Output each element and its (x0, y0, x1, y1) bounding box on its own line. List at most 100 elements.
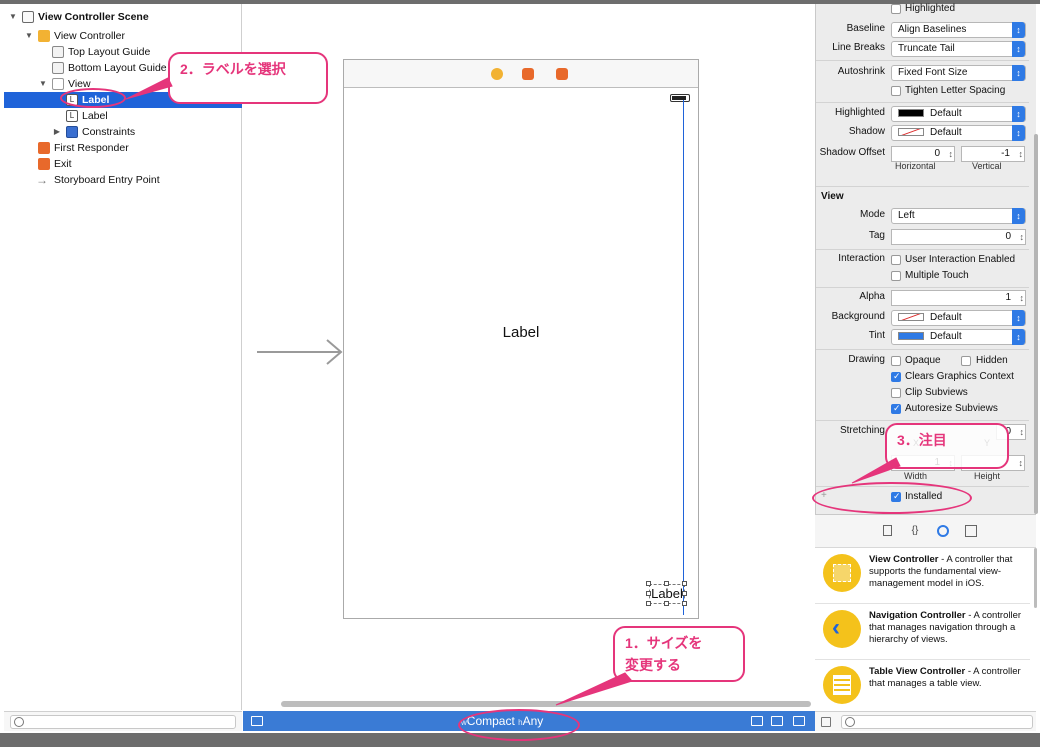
scene-dock (344, 60, 698, 88)
align-icon[interactable] (751, 716, 763, 726)
pin-icon[interactable] (771, 716, 783, 726)
view-controller-icon (823, 554, 861, 592)
navigation-controller-icon: ‹ (823, 610, 861, 648)
background-row: Background Default (816, 309, 1029, 327)
resize-handle[interactable] (664, 601, 669, 606)
field-label: Highlighted (834, 107, 885, 118)
resize-handle[interactable] (664, 581, 669, 586)
shadow-offset-h-field[interactable]: 0 (891, 146, 955, 162)
exit-dock-icon[interactable] (556, 68, 568, 80)
code-snippet-icon[interactable]: {} (909, 525, 921, 537)
vertical-caption: Vertical (972, 161, 1002, 171)
clears-context-checkbox[interactable] (891, 371, 901, 382)
highlighted-color-popup[interactable]: Default (891, 106, 1026, 122)
alpha-row: Alpha 1 (816, 289, 1029, 307)
popup-value: Default (930, 108, 962, 119)
constraint-guide-line (683, 100, 684, 615)
main-label[interactable]: Label (344, 324, 698, 341)
navigator-filter-field[interactable] (10, 715, 236, 729)
library-item-navigation-controller[interactable]: ‹ Navigation Controller - A controller t… (815, 604, 1030, 660)
tag-row: Tag 0 (816, 228, 1029, 246)
layout-guide-icon (52, 62, 64, 74)
opaque-checkbox[interactable] (891, 356, 901, 366)
disclosure-triangle-icon[interactable]: ▼ (24, 28, 34, 44)
disclosure-triangle-icon[interactable]: ▼ (8, 9, 18, 25)
tighten-checkbox[interactable] (891, 86, 901, 96)
navigator-filter-bar (4, 711, 242, 731)
resize-handle[interactable] (682, 591, 687, 596)
tree-row-constraints[interactable]: ▶ Constraints (4, 124, 242, 140)
grid-view-icon[interactable] (821, 717, 831, 727)
view-controller-dock-icon[interactable] (491, 68, 503, 80)
line-breaks-popup[interactable]: Truncate Tail (891, 41, 1026, 57)
clear-swatch-icon (898, 313, 924, 322)
exit-icon (38, 158, 50, 170)
library-filter-field[interactable] (841, 715, 1033, 729)
media-library-icon[interactable] (965, 525, 977, 537)
tree-label: Exit (54, 158, 72, 170)
opaque-label: Opaque (905, 355, 941, 366)
field-label: Background (831, 311, 885, 322)
filter-icon (14, 717, 24, 727)
view-controller-icon (38, 30, 50, 42)
autoshrink-row: Autoshrink Fixed Font Size (816, 64, 1029, 82)
hidden-label: Hidden (976, 355, 1008, 366)
resize-handle[interactable] (646, 591, 651, 596)
autoresize-checkbox[interactable] (891, 403, 901, 414)
disclosure-triangle-icon[interactable]: ▼ (38, 76, 48, 92)
clip-subviews-label: Clip Subviews (905, 387, 968, 398)
hidden-checkbox[interactable] (961, 356, 971, 366)
tint-color-popup[interactable]: Default (891, 329, 1026, 345)
library-item-view-controller[interactable]: View Controller - A controller that supp… (815, 548, 1030, 604)
toggle-outline-icon[interactable] (251, 716, 263, 726)
mode-popup[interactable]: Left (891, 208, 1026, 224)
tree-row-label[interactable]: L Label (4, 108, 242, 124)
disclosure-triangle-icon[interactable]: ▶ (52, 124, 62, 140)
view-controller-scene[interactable]: Label Label (343, 59, 699, 619)
alpha-field[interactable]: 1 (891, 290, 1026, 306)
resize-handle[interactable] (646, 581, 651, 586)
library-item-table-view-controller[interactable]: Table View Controller - A controller tha… (815, 660, 1030, 716)
file-template-icon[interactable] (883, 525, 892, 536)
background-color-popup[interactable]: Default (891, 310, 1026, 326)
object-library: View Controller - A controller that supp… (815, 548, 1037, 716)
resize-handle[interactable] (682, 581, 687, 586)
clip-subviews-checkbox[interactable] (891, 388, 901, 398)
shadow-offset-v-field[interactable]: -1 (961, 146, 1025, 162)
clear-swatch-icon (898, 128, 924, 137)
blue-swatch-icon (898, 332, 924, 341)
library-scrollbar[interactable] (1034, 548, 1037, 608)
step3-callout: 3．注目 (885, 423, 1009, 469)
field-label: Drawing (848, 354, 885, 365)
baseline-popup[interactable]: Align Baselines (891, 22, 1026, 38)
clears-context-label: Clears Graphics Context (905, 371, 1014, 382)
user-interaction-checkbox[interactable] (891, 255, 901, 265)
tree-row-exit[interactable]: Exit (4, 156, 242, 172)
resize-handle[interactable] (682, 601, 687, 606)
object-library-icon[interactable] (937, 525, 949, 537)
view-icon (52, 78, 64, 90)
tree-row-first-responder[interactable]: First Responder (4, 140, 242, 156)
tree-row-scene[interactable]: ▼ View Controller Scene (4, 9, 242, 25)
resize-handle[interactable] (646, 601, 651, 606)
field-label: Line Breaks (832, 42, 885, 53)
tree-label: Storyboard Entry Point (54, 174, 160, 186)
first-responder-dock-icon[interactable] (522, 68, 534, 80)
highlighted-checkbox[interactable] (891, 4, 901, 14)
multiple-touch-checkbox[interactable] (891, 271, 901, 281)
shadow-color-popup[interactable]: Default (891, 125, 1026, 141)
autoshrink-popup[interactable]: Fixed Font Size (891, 65, 1026, 81)
tree-row-view-controller[interactable]: ▼ View Controller (4, 28, 242, 44)
popup-value: Default (930, 312, 962, 323)
table-view-controller-icon (823, 666, 861, 704)
storyboard-canvas[interactable]: Label Label (243, 4, 815, 710)
tree-row-entry-point[interactable]: → Storyboard Entry Point (4, 172, 242, 188)
tag-field[interactable]: 0 (891, 229, 1026, 245)
canvas-horizontal-scrollbar[interactable] (281, 701, 811, 707)
field-label: Interaction (838, 253, 885, 264)
inspector-scrollbar[interactable] (1034, 134, 1038, 514)
resolve-issues-icon[interactable] (793, 716, 805, 726)
separator (816, 186, 1029, 187)
filter-icon (845, 717, 855, 727)
separator (816, 287, 1029, 288)
